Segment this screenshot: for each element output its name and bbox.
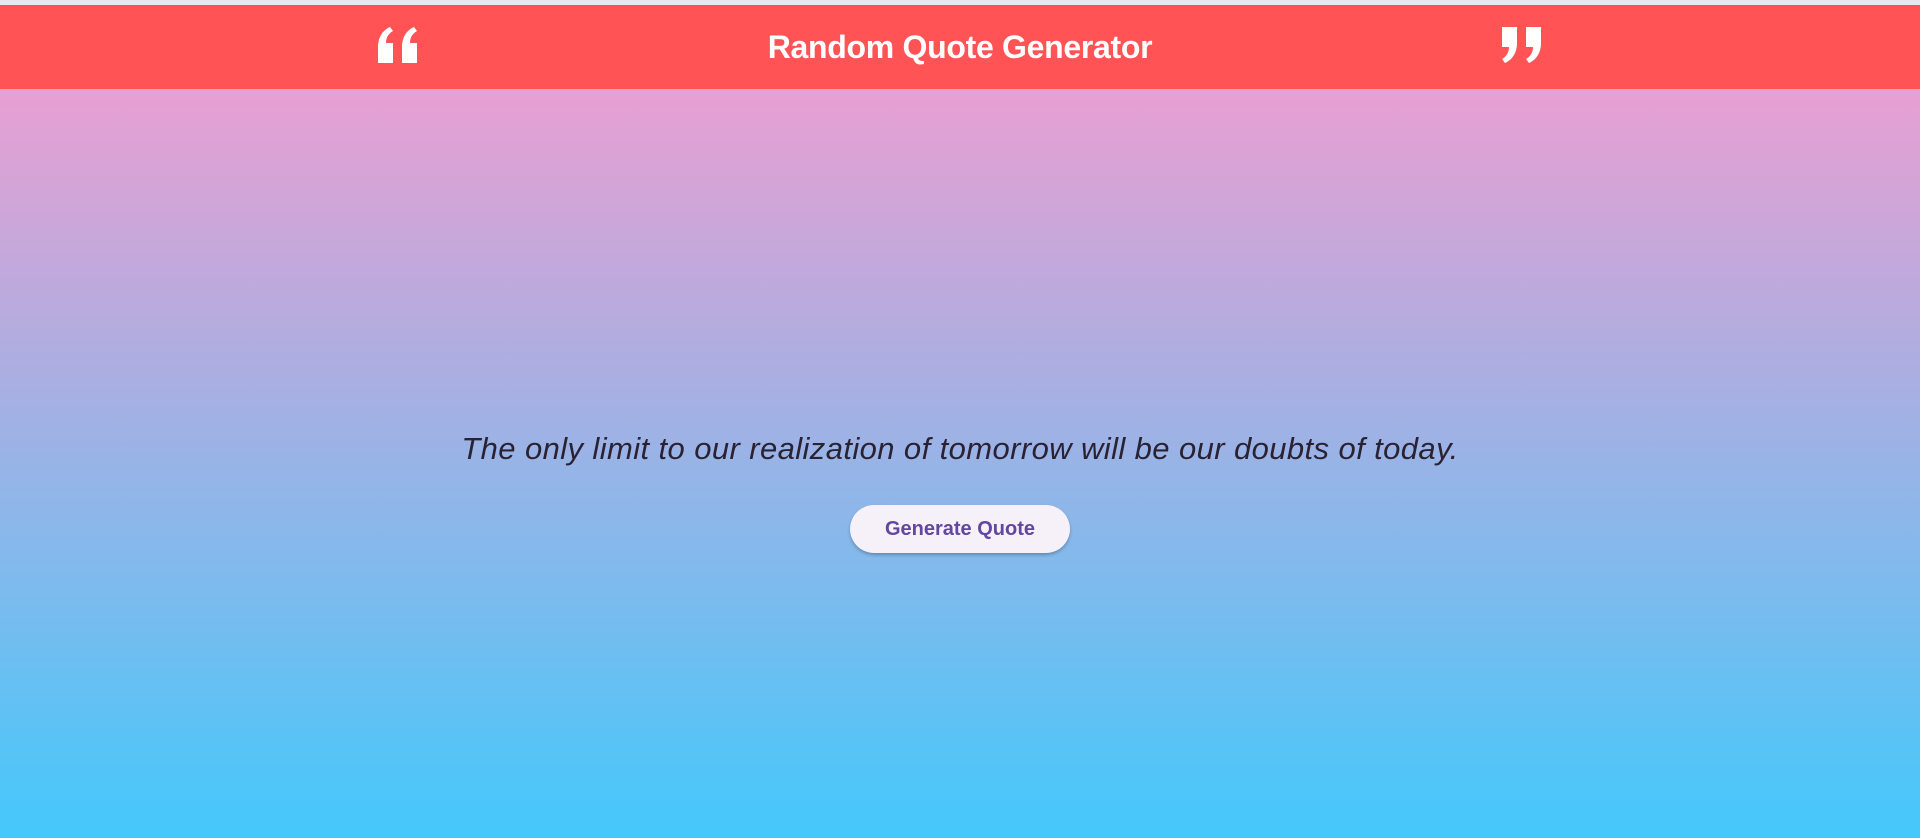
generate-quote-button[interactable]: Generate Quote <box>850 505 1070 553</box>
app-title: Random Quote Generator <box>767 29 1153 65</box>
app-bar: Random Quote Generator <box>0 5 1920 89</box>
quote-text: The only limit to our realization of tom… <box>461 431 1459 466</box>
page: Random Quote Generator The only limit to… <box>0 0 1920 838</box>
close-quote-icon <box>1502 27 1541 63</box>
